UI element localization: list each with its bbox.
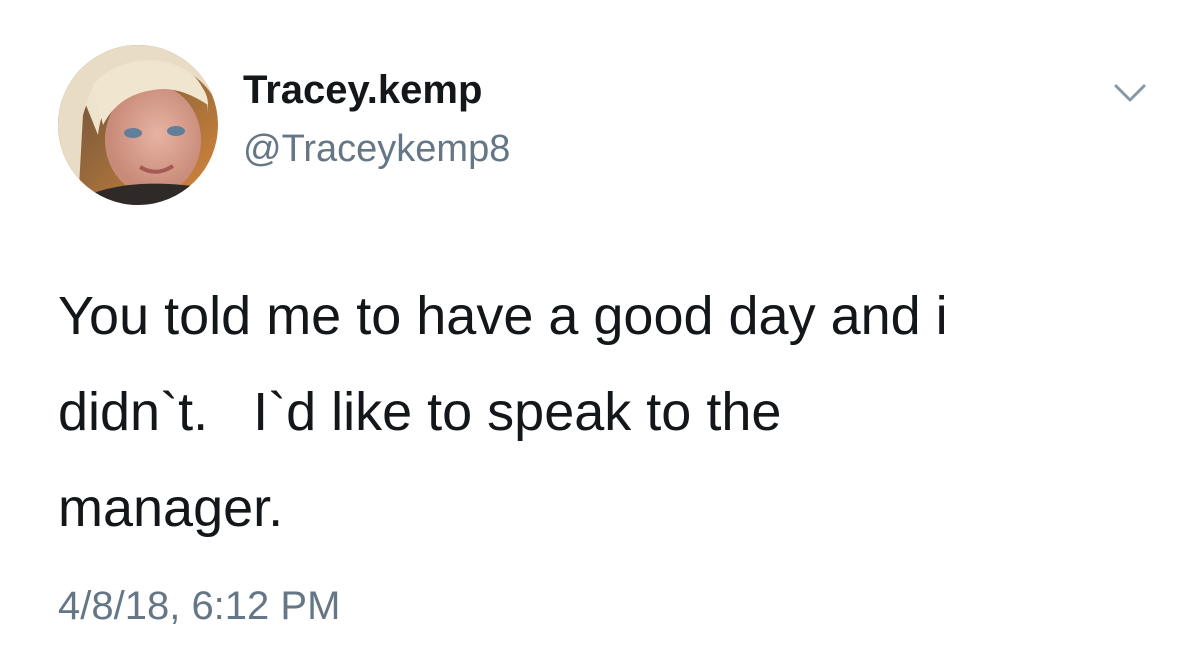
previous-content-fragment <box>0 0 1200 10</box>
display-name[interactable]: Tracey.kemp <box>243 68 482 113</box>
tweet-timestamp[interactable]: 4/8/18, 6:12 PM <box>58 584 340 629</box>
user-handle[interactable]: @Traceykemp8 <box>243 128 510 171</box>
avatar[interactable] <box>58 45 218 205</box>
chevron-down-icon[interactable] <box>1110 78 1150 108</box>
tweet-text: You told me to have a good day and i did… <box>58 286 948 538</box>
profile-photo-icon <box>58 45 218 205</box>
